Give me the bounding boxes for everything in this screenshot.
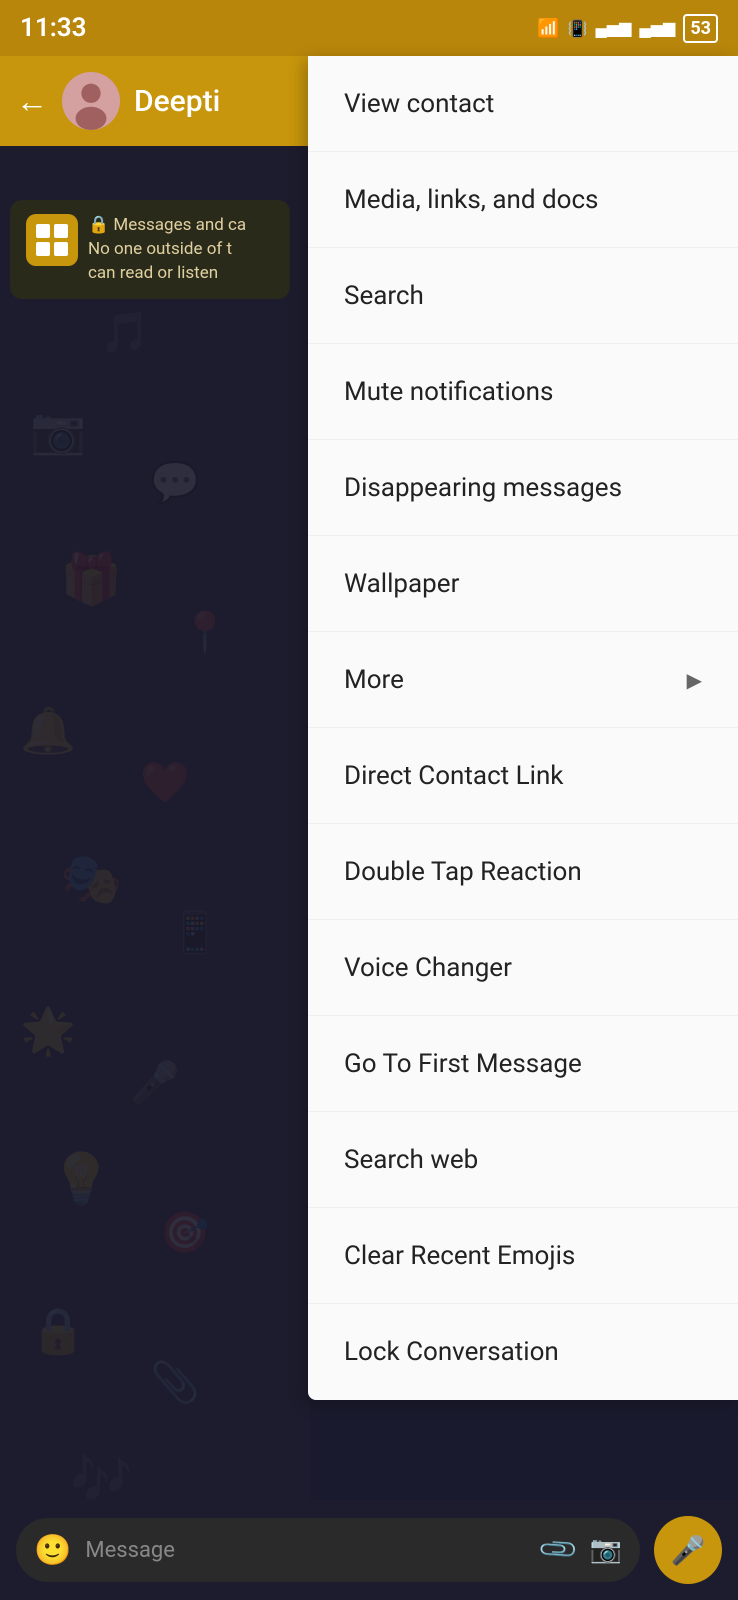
message-input-wrap: 🙂 Message 📎 📷 — [16, 1518, 640, 1582]
mic-button[interactable]: 🎤 — [654, 1516, 722, 1584]
menu-label-media-links-docs: Media, links, and docs — [344, 185, 598, 215]
signal-icon-1: 📳 — [568, 19, 588, 38]
enc-text-content: 🔒 Messages and ca No one outside of t ca… — [88, 214, 246, 285]
svg-text:📱: 📱 — [170, 909, 220, 956]
menu-label-wallpaper: Wallpaper — [344, 569, 459, 599]
menu-item-wallpaper[interactable]: Wallpaper — [308, 536, 738, 632]
svg-text:📷: 📷 — [30, 404, 86, 457]
context-menu: View contact Media, links, and docs Search… — [308, 56, 738, 1400]
menu-label-clear-recent-emojis: Clear Recent Emojis — [344, 1241, 575, 1271]
battery-indicator: 53 — [683, 14, 718, 43]
encryption-notice: 🔒 Messages and ca No one outside of t ca… — [10, 200, 290, 299]
avatar — [62, 72, 120, 130]
menu-item-direct-contact-link[interactable]: Direct Contact Link — [308, 728, 738, 824]
svg-text:🔒: 🔒 — [30, 1304, 86, 1357]
menu-item-media-links-docs[interactable]: Media, links, and docs — [308, 152, 738, 248]
menu-label-double-tap-reaction: Double Tap Reaction — [344, 857, 582, 887]
camera-icon[interactable]: 📷 — [590, 1535, 622, 1565]
bottom-bar: 🙂 Message 📎 📷 🎤 — [0, 1500, 738, 1600]
back-button[interactable]: ← — [16, 82, 48, 120]
menu-label-voice-changer: Voice Changer — [344, 953, 512, 983]
menu-item-view-contact[interactable]: View contact — [308, 56, 738, 152]
svg-text:💬: 💬 — [150, 459, 200, 506]
emoji-button[interactable]: 🙂 — [34, 1533, 71, 1568]
svg-text:🎤: 🎤 — [130, 1058, 180, 1106]
menu-item-search[interactable]: Search — [308, 248, 738, 344]
svg-text:🎶: 🎶 — [70, 1451, 132, 1500]
svg-text:🎯: 🎯 — [160, 1209, 210, 1256]
svg-text:📍: 📍 — [180, 609, 230, 656]
menu-item-double-tap-reaction[interactable]: Double Tap Reaction — [308, 824, 738, 920]
svg-text:🌟: 🌟 — [20, 1004, 76, 1058]
attach-icon[interactable]: 📎 — [537, 1528, 581, 1572]
menu-label-search: Search — [344, 281, 424, 311]
signal-bars-2: ▄▅▆ — [639, 18, 675, 38]
svg-text:🎭: 🎭 — [60, 851, 122, 909]
menu-label-view-contact: View contact — [344, 89, 494, 119]
mic-icon: 🎤 — [671, 1534, 706, 1567]
menu-item-go-to-first-message[interactable]: Go To First Message — [308, 1016, 738, 1112]
status-icons: 📶 📳 ▄▅▆ ▄▅▆ 53 — [537, 14, 718, 43]
message-placeholder[interactable]: Message — [85, 1538, 529, 1563]
menu-label-search-web: Search web — [344, 1145, 478, 1175]
chevron-right-icon-more: ▶ — [687, 668, 702, 692]
svg-text:❤️: ❤️ — [140, 759, 190, 806]
menu-item-search-web[interactable]: Search web — [308, 1112, 738, 1208]
lock-icon: 🔒 — [88, 215, 109, 235]
menu-item-more[interactable]: More ▶ — [308, 632, 738, 728]
menu-item-clear-recent-emojis[interactable]: Clear Recent Emojis — [308, 1208, 738, 1304]
signal-bars: ▄▅▆ — [595, 18, 631, 38]
svg-text:🎵: 🎵 — [100, 309, 150, 356]
chat-background: 🎂 🎵 📷 💬 🎁 📍 🔔 ❤️ 🎭 📱 🌟 🎤 💡 🎯 🔒 📎 🎶 — [0, 146, 310, 1500]
menu-label-more: More — [344, 665, 404, 695]
status-time: 11:33 — [20, 13, 87, 43]
wifi-icon: 📶 — [537, 18, 559, 39]
menu-label-mute-notifications: Mute notifications — [344, 377, 553, 407]
svg-text:📎: 📎 — [150, 1358, 200, 1406]
status-bar: 11:33 📶 📳 ▄▅▆ ▄▅▆ 53 — [0, 0, 738, 56]
menu-label-go-to-first-message: Go To First Message — [344, 1049, 582, 1079]
menu-item-voice-changer[interactable]: Voice Changer — [308, 920, 738, 1016]
svg-text:🎁: 🎁 — [60, 550, 122, 609]
svg-text:🔔: 🔔 — [20, 704, 76, 757]
menu-item-lock-conversation[interactable]: Lock Conversation — [308, 1304, 738, 1400]
svg-text:💡: 💡 — [50, 1150, 112, 1209]
menu-item-mute-notifications[interactable]: Mute notifications — [308, 344, 738, 440]
menu-label-disappearing-messages: Disappearing messages — [344, 473, 622, 503]
menu-label-lock-conversation: Lock Conversation — [344, 1337, 559, 1367]
menu-label-direct-contact-link: Direct Contact Link — [344, 761, 564, 791]
menu-item-disappearing-messages[interactable]: Disappearing messages — [308, 440, 738, 536]
enc-icon — [26, 214, 78, 266]
